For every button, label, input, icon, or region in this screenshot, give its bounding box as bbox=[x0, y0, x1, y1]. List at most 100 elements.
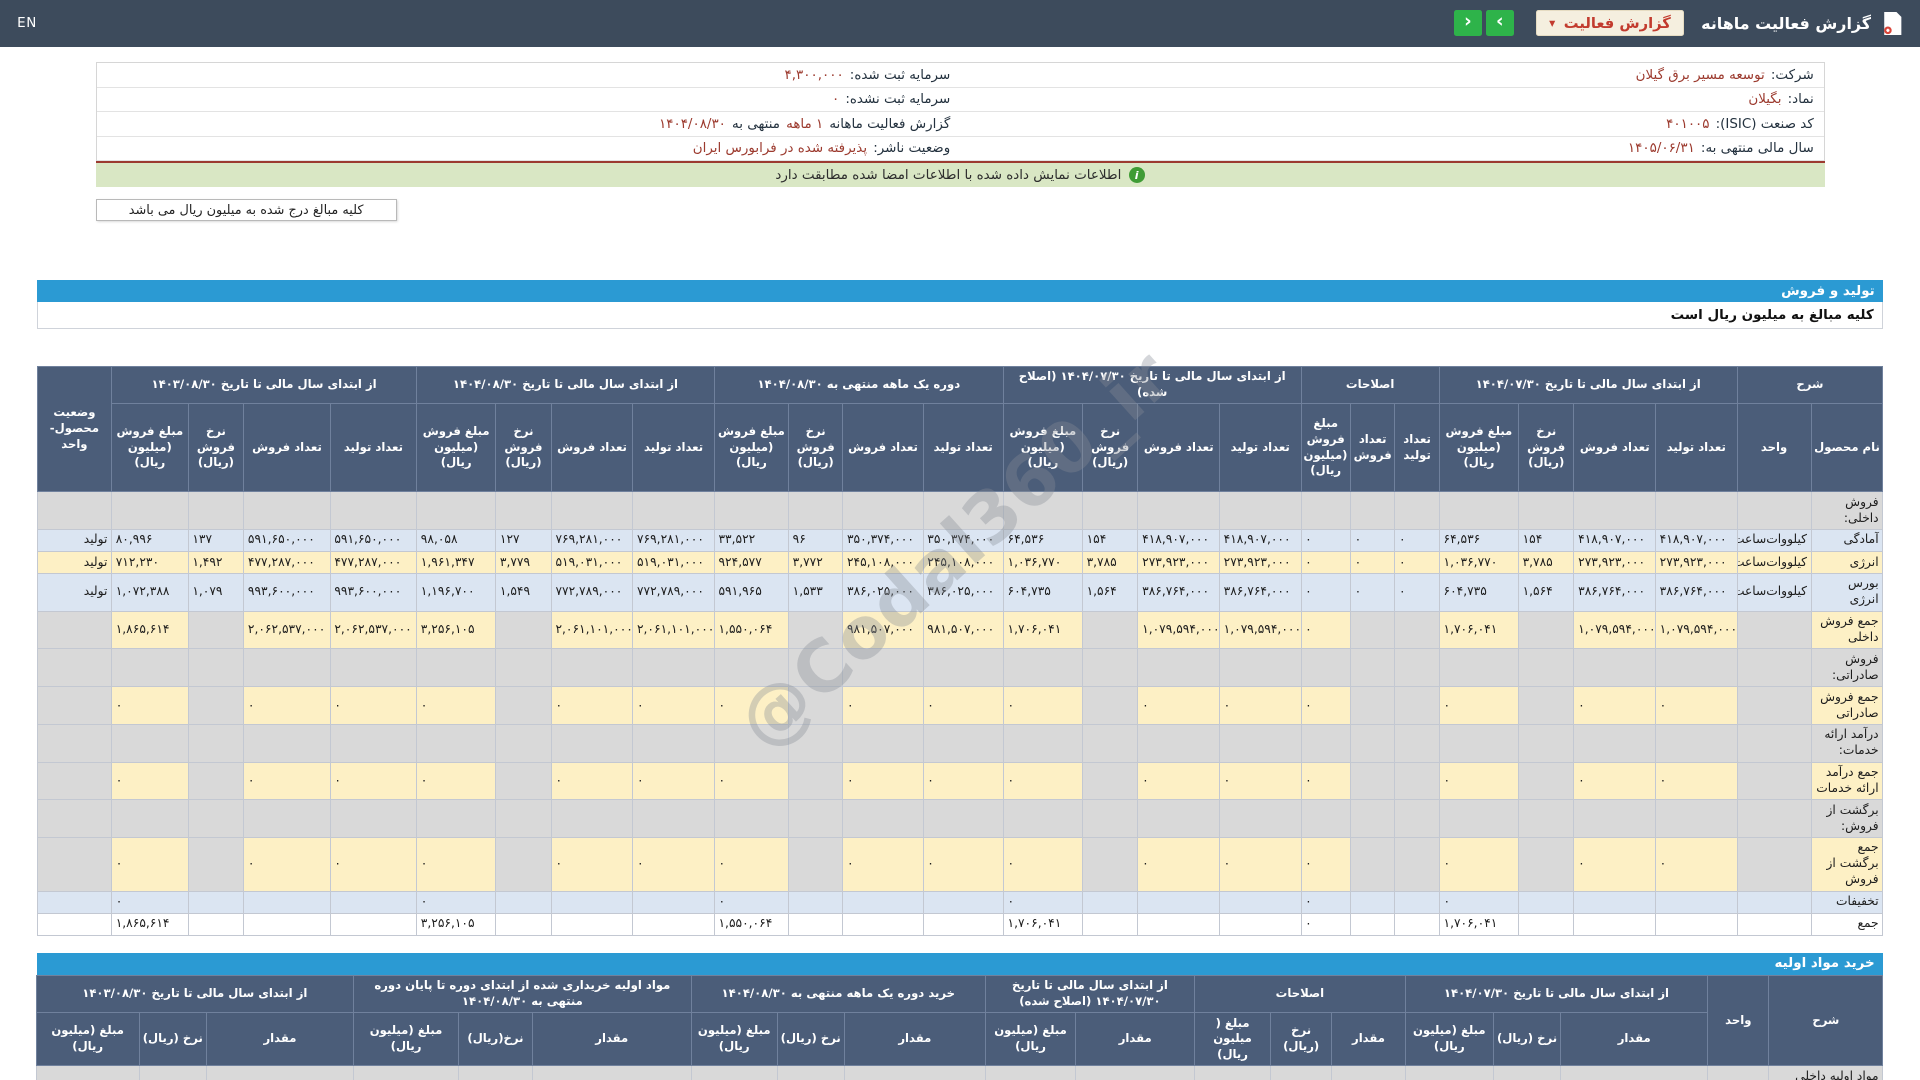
info-field-company: شرکت: توسعه مسیر برق گیلان bbox=[960, 63, 1824, 88]
cell: ۰ bbox=[1438, 890, 1519, 914]
cell bbox=[36, 837, 113, 892]
cell bbox=[36, 610, 113, 650]
cell bbox=[632, 799, 715, 839]
cell: ۰ bbox=[842, 761, 924, 801]
cell: ۹۹۳,۶۰۰,۰۰۰ bbox=[329, 572, 418, 612]
cell: ۱۲۷ bbox=[495, 528, 552, 552]
cell: ۱,۰۷۹,۵۹۴,۰۰۰ bbox=[1655, 610, 1738, 650]
info-value[interactable]: ۴۰۱۰۰۵ bbox=[1666, 117, 1709, 132]
cell bbox=[1517, 723, 1575, 763]
cell: ۶۰۴,۷۳۵ bbox=[1002, 572, 1083, 612]
cell: ۱,۰۷۹,۵۹۴,۰۰۰ bbox=[1218, 610, 1302, 650]
cell: ۵۹۱,۶۵۰,۰۰۰ bbox=[329, 528, 418, 552]
cell bbox=[1218, 912, 1302, 936]
info-value[interactable]: توسعه مسیر برق گیلان bbox=[1636, 68, 1765, 83]
cell: ۱۳۷ bbox=[187, 528, 245, 552]
column-header: نرخ فروش (ریال) bbox=[1081, 403, 1139, 493]
cell: ۲,۰۶۲,۵۳۷,۰۰۰ bbox=[329, 610, 418, 650]
cell bbox=[842, 723, 924, 763]
column-header: تعداد فروش bbox=[1573, 403, 1656, 493]
cell: ۷۶۹,۲۸۱,۰۰۰ bbox=[550, 528, 634, 552]
cell: ۳۸۶,۷۶۴,۰۰۰ bbox=[1573, 572, 1656, 612]
info-value[interactable]: ۱ ماهه bbox=[786, 117, 823, 132]
cell: ۲,۰۶۲,۵۳۷,۰۰۰ bbox=[243, 610, 331, 650]
cell: ۰ bbox=[1655, 837, 1738, 892]
signature-match-banner: i اطلاعات نمایش داده شده با اطلاعات امضا… bbox=[95, 161, 1825, 188]
cell bbox=[1736, 890, 1812, 914]
cell bbox=[1517, 799, 1575, 839]
column-group-header: وضعیت محصول- واحد bbox=[36, 365, 113, 493]
info-value[interactable]: بگیلان bbox=[1748, 92, 1781, 107]
cell: ۳۸۶,۷۶۴,۰۰۰ bbox=[1137, 572, 1220, 612]
column-header: نام محصول bbox=[1810, 403, 1884, 493]
report-type-dropdown[interactable]: گزارش فعالیت ▾ bbox=[1535, 10, 1685, 37]
cell bbox=[550, 799, 634, 839]
cell bbox=[36, 648, 113, 688]
language-toggle[interactable]: EN bbox=[17, 16, 37, 31]
row-label: فروش صادراتی: bbox=[1810, 648, 1884, 688]
info-label: سرمایه ثبت نشده: bbox=[845, 92, 951, 108]
info-field-isic-code: کد صنعت (ISIC): ۴۰۱۰۰۵ bbox=[960, 112, 1824, 137]
cell: ۲۴۵,۱۰۸,۰۰۰ bbox=[922, 550, 1004, 574]
cell bbox=[1002, 491, 1083, 530]
cell: ۴۷۷,۲۸۷,۰۰۰ bbox=[243, 550, 331, 574]
column-group-header: از ابتدای سال مالی تا تاریخ ۱۴۰۴/۰۷/۳۰ (… bbox=[984, 974, 1196, 1014]
info-value[interactable]: ۰ bbox=[832, 92, 839, 107]
cell: ۰ bbox=[1438, 837, 1519, 892]
cell bbox=[205, 1065, 354, 1080]
info-field-unregistered-capital: سرمایه ثبت نشده: ۰ bbox=[96, 88, 961, 113]
cell bbox=[243, 799, 331, 839]
cell bbox=[1517, 890, 1575, 914]
row-label: آمادگی bbox=[1810, 528, 1884, 552]
cell bbox=[243, 912, 331, 936]
nav-arrow-left-button[interactable]: ‹ bbox=[1453, 10, 1482, 37]
column-group-header: واحد bbox=[1707, 974, 1770, 1067]
table-row: آمادگی کیلووات‌ساعت ۴۱۸,۹۰۷,۰۰۰ ۴۱۸,۹۰۷,۰۰۰… bbox=[36, 528, 1884, 552]
cell bbox=[1081, 686, 1139, 725]
cell: ۰ bbox=[922, 686, 1004, 725]
cell bbox=[1394, 912, 1440, 936]
cell bbox=[1075, 1065, 1196, 1080]
cell bbox=[1137, 723, 1220, 763]
cell: ۰ bbox=[713, 837, 789, 892]
add-report-icon[interactable] bbox=[1883, 11, 1903, 35]
cell bbox=[1349, 912, 1396, 936]
page: گزارش فعالیت ماهانه گزارش فعالیت ▾ › ‹ E… bbox=[0, 0, 1920, 1080]
cell: ۷۶۹,۲۸۱,۰۰۰ bbox=[632, 528, 715, 552]
cell bbox=[1218, 723, 1302, 763]
info-label: نماد: bbox=[1787, 92, 1814, 108]
cell: ۰ bbox=[111, 837, 189, 892]
cell: ۰ bbox=[1137, 837, 1220, 892]
cell bbox=[1573, 491, 1656, 530]
cell: تولید bbox=[36, 550, 113, 574]
info-label: وضعیت ناشر: bbox=[873, 141, 951, 157]
nav-arrow-right-button[interactable]: › bbox=[1485, 10, 1514, 37]
cell bbox=[713, 491, 789, 530]
column-header: تعداد فروش bbox=[1137, 403, 1220, 493]
cell bbox=[1331, 1065, 1406, 1080]
info-value[interactable]: ۴,۳۰۰,۰۰۰ bbox=[785, 68, 844, 83]
info-label: گزارش فعالیت ماهانه bbox=[829, 116, 951, 132]
cell: ۰ bbox=[111, 686, 189, 725]
info-field-registered-capital: سرمایه ثبت شده: ۴,۳۰۰,۰۰۰ bbox=[96, 63, 961, 88]
cell bbox=[416, 799, 497, 839]
cell: ۲۷۳,۹۲۳,۰۰۰ bbox=[1137, 550, 1220, 574]
cell: ۰ bbox=[1300, 761, 1351, 801]
row-label: تخفیفات bbox=[1810, 890, 1884, 914]
info-value[interactable]: ۱۴۰۵/۰۶/۳۱ bbox=[1628, 141, 1695, 156]
cell bbox=[187, 491, 245, 530]
info-value[interactable]: پذیرفته شده در فرابورس ایران bbox=[693, 141, 867, 156]
cell bbox=[550, 723, 634, 763]
cell bbox=[922, 648, 1004, 688]
cell bbox=[922, 890, 1004, 914]
cell: ۳,۲۵۶,۱۰۵ bbox=[416, 610, 497, 650]
column-group-header: از ابتدای سال مالی تا تاریخ ۱۴۰۴/۰۷/۳۰ bbox=[1404, 974, 1709, 1014]
cell: ۰ bbox=[1218, 686, 1302, 725]
cell bbox=[922, 912, 1004, 936]
section-row: فروش صادراتی: bbox=[36, 648, 1884, 688]
info-value[interactable]: ۱۴۰۴/۰۸/۳۰ bbox=[659, 117, 726, 132]
cell bbox=[1517, 761, 1575, 801]
cell: ۲۴۵,۱۰۸,۰۰۰ bbox=[842, 550, 924, 574]
cell: ۱,۱۹۶,۷۰۰ bbox=[416, 572, 497, 612]
column-header: مقدار bbox=[843, 1012, 986, 1067]
